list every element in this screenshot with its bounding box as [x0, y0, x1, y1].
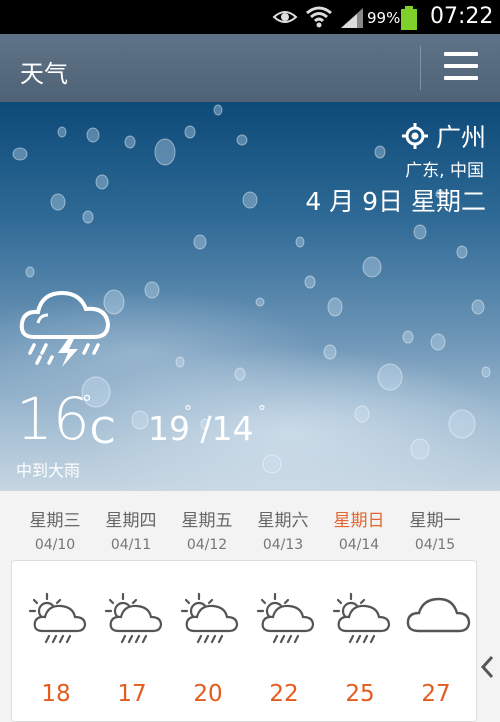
forecast-day-4[interactable]: 星期日 04/14 [321, 492, 397, 553]
forecast-date: 04/15 [414, 537, 456, 553]
partly-sunny-rain-icon [180, 592, 239, 644]
forecast-day-5[interactable]: 星期一 04/15 [397, 492, 473, 553]
forecast-day-1[interactable]: 星期四 04/11 [93, 492, 169, 553]
clock: 07:22 [430, 4, 494, 29]
partly-sunny-rain-icon [332, 592, 391, 644]
battery-icon [401, 6, 417, 30]
locate-icon [401, 123, 428, 149]
forecast-day-3[interactable]: 星期六 04/13 [245, 492, 321, 553]
forecast-temperature: 25 [345, 681, 375, 707]
forecast-date: 04/14 [338, 537, 380, 553]
forecast-day-0[interactable]: 星期三 04/10 [17, 492, 93, 553]
forecast-icon-wrap [25, 591, 87, 651]
action-bar-divider [420, 46, 421, 90]
forecast-temperature: 17 [117, 681, 147, 707]
forecast-icon-wrap [101, 591, 163, 651]
temperature-unit: C [90, 411, 116, 452]
action-bar: 天气 [0, 34, 500, 103]
eye-icon [272, 11, 298, 23]
forecast-panel: 18 17 20 22 25 27 [11, 560, 477, 722]
high-low-temperature: 19 /14 [148, 409, 254, 448]
forecast-icon-wrap [253, 591, 315, 651]
forecast-temperature: 27 [421, 681, 451, 707]
forecast-temperature: 22 [269, 681, 299, 707]
partly-sunny-rain-icon [256, 592, 315, 644]
forecast-date: 04/13 [262, 537, 304, 553]
partly-sunny-rain-icon [104, 592, 163, 644]
forecast-temperature: 18 [41, 681, 71, 707]
forecast-day-name: 星期五 [181, 511, 233, 531]
current-temperature: 16 [16, 385, 90, 453]
current-weather-panel: 广州 广东, 中国 4 月 9日 星期二 16 ° C 19 /14 ° ° 中… [0, 102, 500, 491]
wifi-icon [306, 6, 332, 28]
chevron-left-icon[interactable] [480, 655, 494, 679]
forecast-icon-wrap [405, 591, 471, 651]
forecast-day-2[interactable]: 星期五 04/12 [169, 492, 245, 553]
forecast-date: 04/10 [34, 537, 76, 553]
weather-condition: 中到大雨 [16, 461, 81, 480]
forecast-icon-wrap [329, 591, 391, 651]
city-name: 广州 [435, 123, 486, 152]
signal-icon [341, 8, 363, 28]
menu-icon[interactable] [444, 52, 478, 82]
forecast-day-name: 星期日 [333, 511, 385, 531]
forecast-day-name: 星期六 [257, 511, 309, 531]
thunder-rain-cloud-icon [19, 290, 110, 367]
cloudy-icon [406, 597, 471, 633]
current-date: 4 月 9日 星期二 [305, 187, 486, 216]
forecast-day-name: 星期一 [409, 511, 461, 531]
forecast-days-row: 星期三 04/10 星期四 04/11 星期五 04/12 星期六 04/13 星期日 … [0, 492, 500, 558]
location-row[interactable]: 广州 [401, 118, 486, 154]
forecast-date: 04/11 [110, 537, 152, 553]
partly-sunny-rain-icon [28, 592, 87, 644]
forecast-day-name: 星期四 [105, 511, 157, 531]
forecast-date: 04/12 [186, 537, 228, 553]
high-degree: ° [184, 402, 192, 421]
page-title: 天气 [20, 60, 68, 88]
forecast-icon-wrap [177, 591, 239, 651]
forecast-day-name: 星期三 [29, 511, 81, 531]
region-name: 广东, 中国 [405, 161, 484, 181]
low-degree: ° [258, 402, 266, 421]
battery-percent: 99% [367, 9, 401, 27]
status-bar: 99% 07:22 [0, 0, 500, 34]
forecast-temperature: 20 [193, 681, 223, 707]
